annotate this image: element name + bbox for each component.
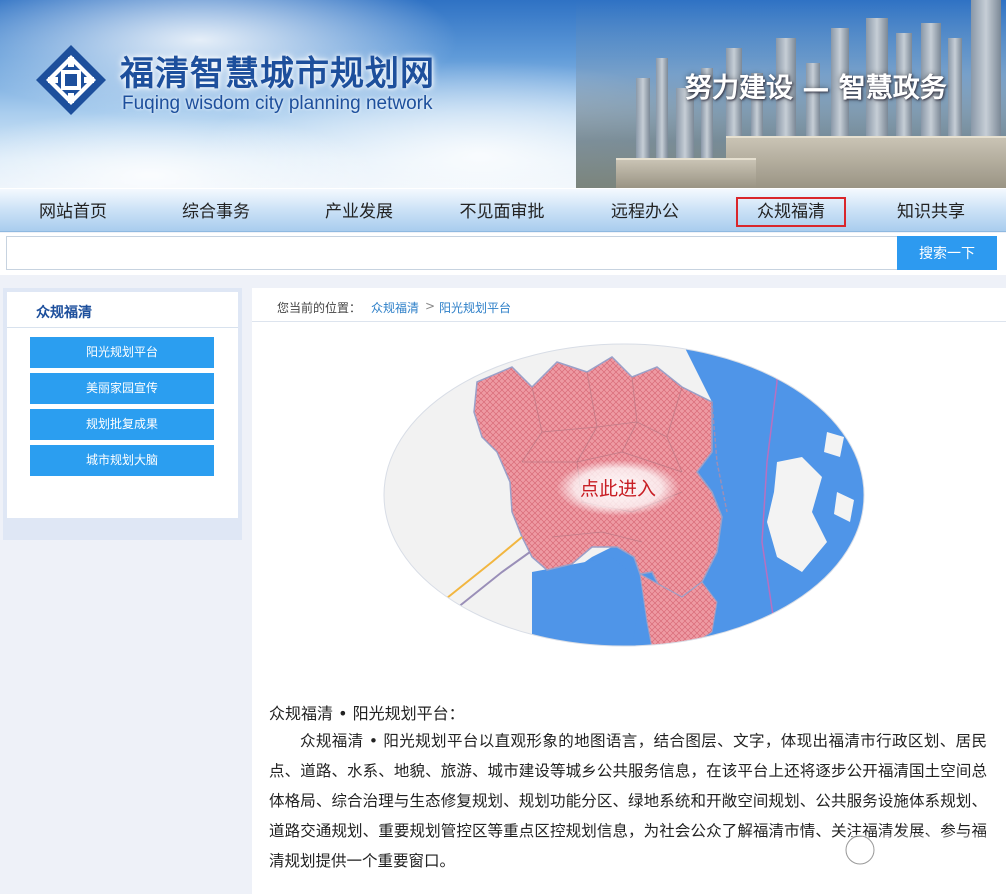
sidebar-item-city-brain[interactable]: 城市规划大脑 <box>30 445 214 476</box>
search-input[interactable] <box>6 236 899 270</box>
sidebar-header: 众规福清 <box>7 292 238 328</box>
nav-item-knowledge[interactable]: 知识共享 <box>876 197 986 227</box>
breadcrumb-label: 您当前的位置： <box>277 301 362 315</box>
breadcrumb-link-public-planning[interactable]: 众规福清 <box>371 299 419 316</box>
main-nav: 网站首页 综合事务 产业发展 不见面审批 远程办公 众规福清 知识共享 <box>0 188 1006 232</box>
nav-item-home[interactable]: 网站首页 <box>18 197 128 227</box>
sidebar: 众规福清 阳光规划平台 美丽家园宣传 规划批复成果 城市规划大脑 <box>3 288 242 540</box>
sidebar-item-approval-results[interactable]: 规划批复成果 <box>30 409 214 440</box>
watermark-logo-icon <box>844 834 990 866</box>
map-enter-label[interactable]: 点此进入 <box>580 478 656 500</box>
banner-slogan: 努力建设 — 智慧政务 <box>685 73 947 104</box>
sidebar-panel: 众规福清 阳光规划平台 美丽家园宣传 规划批复成果 城市规划大脑 <box>7 292 238 518</box>
nav-item-industry[interactable]: 产业发展 <box>304 197 414 227</box>
main-content: 您当前的位置： 众规福清 > 阳光规划平台 点此进入 众规福清 • 阳光规划平台… <box>252 288 1006 894</box>
breadcrumb-separator: > <box>425 299 436 313</box>
article-title: 众规福清 • 阳光规划平台： <box>269 704 465 723</box>
header-banner: 福清智慧城市规划网 Fuqing wisdom city planning ne… <box>0 0 1006 188</box>
planning-map[interactable]: 点此进入 <box>382 342 866 648</box>
site-subtitle: Fuqing wisdom city planning network <box>122 93 433 114</box>
site-logo-icon <box>36 45 106 115</box>
nav-item-approval[interactable]: 不见面审批 <box>440 197 564 227</box>
nav-item-affairs[interactable]: 综合事务 <box>161 197 271 227</box>
breadcrumb: 您当前的位置： 众规福清 > 阳光规划平台 <box>252 288 1006 322</box>
sidebar-item-sunshine-platform[interactable]: 阳光规划平台 <box>30 337 214 368</box>
nav-item-public-planning[interactable]: 众规福清 <box>736 197 846 227</box>
sidebar-title: 众规福清 <box>36 305 92 321</box>
search-bar: 搜索一下 <box>0 233 1006 275</box>
search-button[interactable]: 搜索一下 <box>897 236 997 270</box>
sidebar-item-beautiful-home[interactable]: 美丽家园宣传 <box>30 373 214 404</box>
breadcrumb-link-sunshine-platform[interactable]: 阳光规划平台 <box>439 299 511 316</box>
nav-item-remote-office[interactable]: 远程办公 <box>590 197 700 227</box>
site-title: 福清智慧城市规划网 <box>120 54 435 94</box>
